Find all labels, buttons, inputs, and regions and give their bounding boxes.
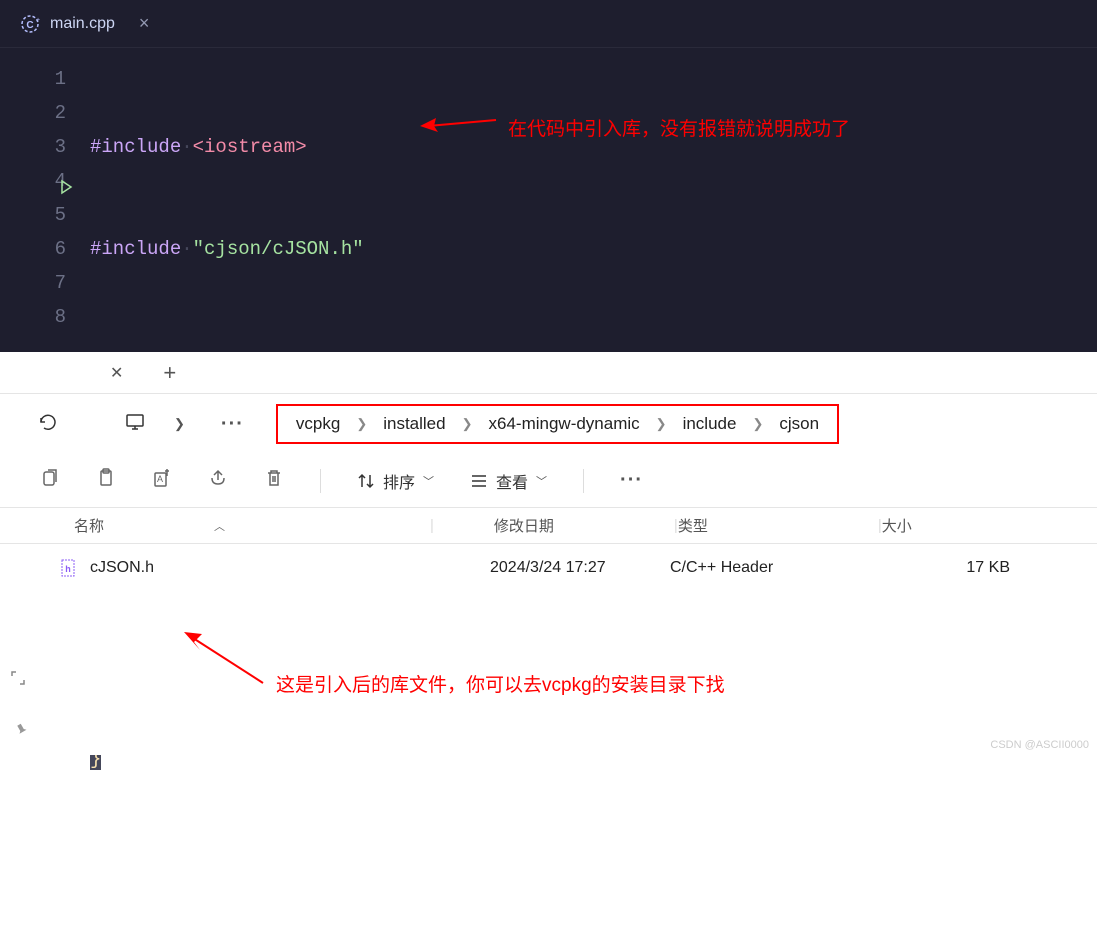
chevron-right-icon: ❯ xyxy=(752,416,763,432)
divider xyxy=(320,469,321,493)
line-number: 2 xyxy=(0,96,66,130)
file-type: C/C++ Header xyxy=(670,559,870,577)
sort-button[interactable]: 排序 ﹀ xyxy=(357,469,434,493)
close-icon[interactable]: ✕ xyxy=(110,363,123,383)
tab-close-icon[interactable]: × xyxy=(139,13,150,34)
nav-bar: ❯ ··· vcpkg ❯ installed ❯ x64-mingw-dyna… xyxy=(0,394,1097,454)
divider xyxy=(583,469,584,493)
svg-text:A: A xyxy=(157,474,163,484)
line-number: 7 xyxy=(0,266,66,300)
annotation-text: 在代码中引入库，没有报错就说明成功了 xyxy=(508,114,850,141)
column-name[interactable]: 名称︿ xyxy=(0,515,430,536)
breadcrumb-item[interactable]: installed xyxy=(383,414,445,434)
cpp-file-icon: C+ xyxy=(20,14,40,34)
line-number: 8 xyxy=(0,300,66,334)
delete-icon[interactable] xyxy=(264,468,284,493)
file-row[interactable]: h cJSON.h 2024/3/24 17:27 C/C++ Header 1… xyxy=(0,544,1097,592)
watermark: CSDN @ASCII0000 xyxy=(990,739,1089,751)
line-number: 1 xyxy=(0,62,66,96)
header-file-icon: h xyxy=(60,559,78,577)
breadcrumb-item[interactable]: x64-mingw-dynamic xyxy=(489,414,640,434)
explorer-tab-bar: ✕ + xyxy=(0,352,1097,394)
column-size[interactable]: 大小 xyxy=(882,515,982,536)
line-number: 4 xyxy=(0,164,66,198)
rename-icon[interactable]: A xyxy=(152,468,172,493)
paste-icon[interactable] xyxy=(96,468,116,493)
pin-icon[interactable] xyxy=(14,722,30,743)
line-number: 6 xyxy=(0,232,66,266)
chevron-down-icon: ﹀ xyxy=(423,473,434,489)
sort-label: 排序 xyxy=(383,469,415,493)
pc-icon[interactable] xyxy=(124,411,146,438)
annotation-arrow-icon xyxy=(178,628,268,693)
code-line xyxy=(90,844,1097,878)
file-name: cJSON.h xyxy=(90,559,154,577)
more-icon[interactable]: ··· xyxy=(221,413,244,436)
breadcrumb-item[interactable]: vcpkg xyxy=(296,414,340,434)
file-tab[interactable]: C+ main.cpp × xyxy=(14,13,155,34)
explorer-toolbar: A 排序 ﹀ 查看 ﹀ ··· xyxy=(0,454,1097,508)
annotation-text: 这是引入后的库文件，你可以去vcpkg的安装目录下找 xyxy=(276,670,725,697)
copy-icon[interactable] xyxy=(40,468,60,493)
line-number: 3 xyxy=(0,130,66,164)
svg-text:h: h xyxy=(65,564,71,574)
sort-asc-icon: ︿ xyxy=(214,518,225,534)
annotation-arrow-icon xyxy=(418,108,498,143)
refresh-icon[interactable] xyxy=(38,412,58,437)
code-editor: C+ main.cpp × 1 2 3 4 5 6 7 8 #include·<… xyxy=(0,0,1097,352)
column-date[interactable]: 修改日期 xyxy=(434,515,674,536)
chevron-right-icon[interactable]: ❯ xyxy=(174,416,185,432)
column-headers: 名称︿ | 修改日期 | 类型 | 大小 xyxy=(0,508,1097,544)
file-name-cell: h cJSON.h xyxy=(0,559,430,577)
share-icon[interactable] xyxy=(208,468,228,493)
code-line: #include·"cjson/cJSON.h" xyxy=(90,232,1097,266)
tab-filename: main.cpp xyxy=(50,15,115,33)
editor-tab-bar: C+ main.cpp × xyxy=(0,0,1097,48)
chevron-down-icon: ﹀ xyxy=(536,473,547,489)
more-icon[interactable]: ··· xyxy=(620,469,643,492)
svg-text:+: + xyxy=(36,17,40,24)
breadcrumb-item[interactable]: cjson xyxy=(779,414,819,434)
chevron-right-icon: ❯ xyxy=(356,416,367,432)
expand-icon[interactable] xyxy=(10,670,26,691)
chevron-right-icon: ❯ xyxy=(462,416,473,432)
view-button[interactable]: 查看 ﹀ xyxy=(470,469,547,493)
breadcrumb-item[interactable]: include xyxy=(683,414,737,434)
chevron-right-icon: ❯ xyxy=(656,416,667,432)
column-type[interactable]: 类型 xyxy=(678,515,878,536)
file-date: 2024/3/24 17:27 xyxy=(430,559,670,577)
add-tab-icon[interactable]: + xyxy=(163,360,176,386)
file-explorer: ✕ + ❯ ··· vcpkg ❯ installed ❯ x64-mingw-… xyxy=(0,352,1097,755)
svg-text:C: C xyxy=(26,20,33,31)
line-number: 5 xyxy=(0,198,66,232)
view-label: 查看 xyxy=(496,469,528,493)
file-size: 17 KB xyxy=(870,559,1010,577)
breadcrumb: vcpkg ❯ installed ❯ x64-mingw-dynamic ❯ … xyxy=(276,404,839,444)
